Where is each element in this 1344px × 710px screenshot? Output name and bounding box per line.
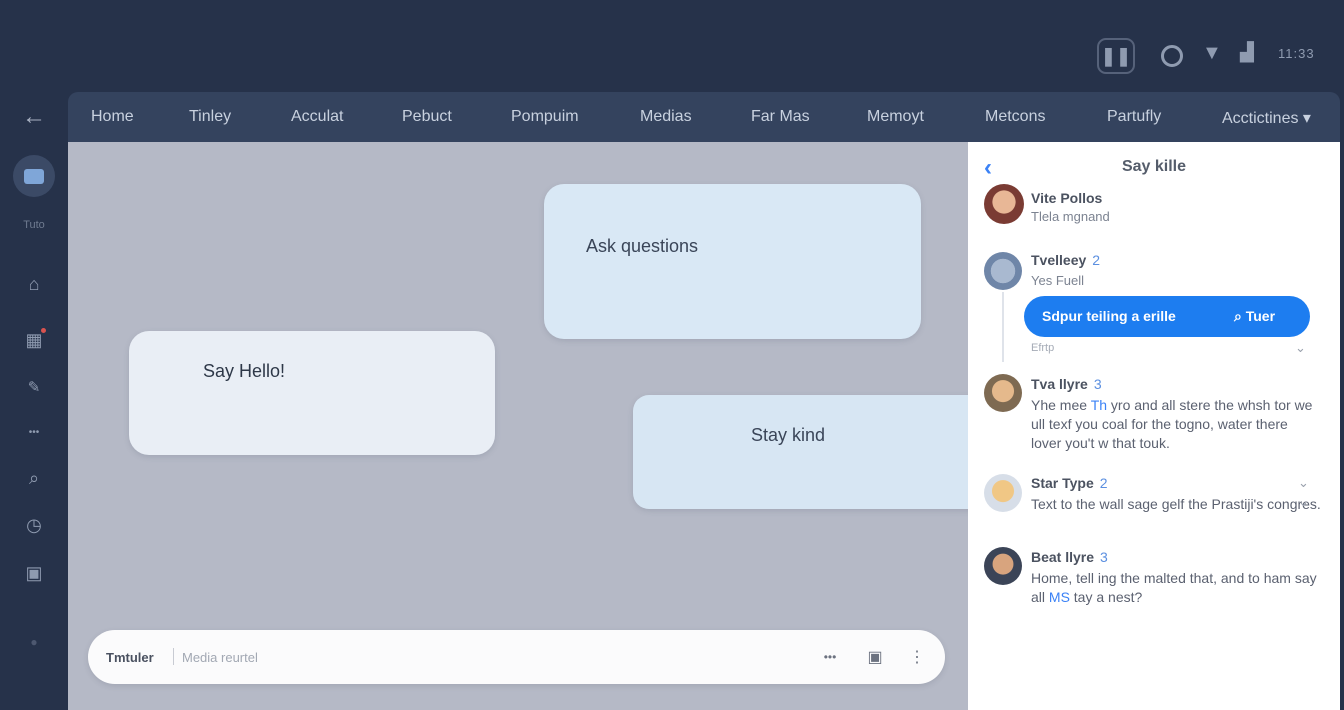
text-highlight: Th — [1090, 397, 1108, 413]
tab-tinley[interactable]: Tinley — [189, 108, 231, 126]
microphone-icon[interactable]: ⋮ — [905, 645, 929, 669]
tab-partufly[interactable]: Partufly — [1107, 108, 1161, 126]
text-part: tay a nest? — [1069, 589, 1143, 605]
profile-subtitle: Tlela mgnand — [1031, 209, 1110, 224]
edit-icon[interactable]: ✎ — [19, 372, 49, 402]
suggestion-bubble-ask[interactable]: Ask questions — [544, 184, 921, 339]
tab-acctictines-dropdown[interactable]: Acctictines ▾ — [1222, 108, 1311, 128]
more-options-icon[interactable]: ••• — [818, 645, 842, 669]
signal-icon: ▟ — [1240, 42, 1254, 62]
dot-icon: ● — [30, 635, 38, 649]
message-composer: Tmtuler ••• ▣ ⋮ — [88, 630, 945, 684]
tab-memoyt[interactable]: Memoyt — [867, 108, 924, 126]
left-rail: ← Tuto ⌂ ▦ ✎ ••• ⌕ ◷ ▣ ● — [0, 92, 68, 710]
calendar-icon[interactable]: ▦ — [19, 325, 49, 355]
thread-name: Tvelleey 2 — [1031, 252, 1100, 268]
thread-name-text: Tva llyre — [1031, 376, 1088, 392]
composer-label: Tmtuler — [106, 650, 154, 665]
thread-avatar[interactable] — [984, 474, 1022, 512]
reply-pill-button[interactable]: Sdpur teiling a erille ⌕ Tuer — [1024, 296, 1310, 337]
text-highlight: MS — [1048, 589, 1070, 605]
tab-home[interactable]: Home — [91, 108, 134, 126]
bubble-text: Stay kind — [751, 425, 826, 445]
app-window: ❚❚ ▼ ▟ 11:33 ← Tuto ⌂ ▦ ✎ ••• ⌕ ◷ ▣ ● Ho… — [0, 0, 1344, 710]
thread-meta: Efrtp — [1031, 342, 1055, 354]
wifi-icon: ▼ — [1202, 42, 1222, 64]
thread-name: Tva llyre 3 — [1031, 376, 1102, 392]
save-icon[interactable]: ▣ — [19, 558, 49, 588]
suggestion-bubble-kind[interactable]: Stay kind — [633, 395, 988, 509]
pill-action-label: Tuer — [1245, 308, 1276, 324]
more-icon[interactable]: ••• — [19, 417, 49, 447]
thread-text: Yhe mee Th yro and all stere the whsh to… — [1031, 396, 1321, 453]
chat-app-icon[interactable] — [13, 155, 55, 197]
suggestion-bubble-hello[interactable]: Say Hello! — [129, 331, 495, 455]
thread-avatar[interactable] — [984, 547, 1022, 585]
profile-avatar[interactable] — [984, 184, 1024, 224]
tab-acculat[interactable]: Acculat — [291, 108, 343, 126]
back-arrow-icon[interactable]: ← — [19, 102, 49, 132]
reply-count: 2 — [1092, 252, 1101, 268]
reply-count: 3 — [1093, 376, 1102, 392]
pill-action: ⌕ Tuer — [1234, 308, 1276, 324]
thread-avatar[interactable] — [984, 374, 1022, 412]
chevron-down-icon[interactable]: ⌄ — [1298, 494, 1309, 510]
thread-text: Yes Fuell — [1031, 273, 1084, 288]
chat-canvas: Ask questions Say Hello! Stay kind Tmtul… — [68, 142, 988, 710]
thread-avatar[interactable] — [984, 252, 1022, 290]
tab-medias[interactable]: Medias — [640, 108, 692, 126]
thread-text: Text to the wall sage gelf the Prastiji'… — [1031, 496, 1321, 512]
tab-pebuct[interactable]: Pebuct — [402, 108, 452, 126]
profile-name: Vite Pollos — [1031, 190, 1103, 206]
tab-pompuim[interactable]: Pompuim — [511, 108, 579, 126]
reply-count: 2 — [1099, 475, 1108, 491]
conversation-panel: ‹ Say kille Vite Pollos Tlela mgnand Tve… — [968, 142, 1340, 710]
chevron-down-icon[interactable]: ⌄ — [1298, 475, 1309, 491]
thread-name-text: Beat llyre — [1031, 549, 1095, 565]
clock-time: 11:33 — [1278, 46, 1315, 61]
chevron-down-icon[interactable]: ⌄ — [1295, 340, 1306, 356]
attach-media-icon[interactable]: ▣ — [863, 645, 887, 669]
search-icon[interactable]: ⌕ — [19, 463, 49, 493]
rail-label: Tuto — [23, 219, 45, 231]
record-icon[interactable] — [1161, 45, 1183, 67]
thread-name: Beat llyre 3 — [1031, 549, 1108, 565]
thread-name: Star Type 2 — [1031, 475, 1108, 491]
thread-name-text: Star Type — [1031, 475, 1094, 491]
panel-title: Say kille — [1121, 158, 1187, 175]
pill-text: Sdpur teiling a erille — [1042, 308, 1176, 324]
top-status-bar: ❚❚ ▼ ▟ 11:33 — [0, 0, 1344, 92]
top-navigation: Home Tinley Acculat Pebuct Pompuim Media… — [68, 92, 1340, 142]
notification-dot — [41, 328, 46, 333]
thread-name-text: Tvelleey — [1031, 252, 1087, 268]
home-icon[interactable]: ⌂ — [19, 269, 49, 299]
thread-text: Home, tell ing the malted that, and to h… — [1031, 569, 1321, 607]
composer-divider — [173, 648, 174, 665]
pause-icon[interactable]: ❚❚ — [1097, 38, 1135, 74]
tab-far-mas[interactable]: Far Mas — [751, 108, 810, 126]
message-input[interactable] — [182, 646, 482, 668]
clock-icon[interactable]: ◷ — [19, 510, 49, 540]
text-part: Yhe mee — [1031, 397, 1088, 413]
tab-metcons[interactable]: Metcons — [985, 108, 1045, 126]
reply-count: 3 — [1100, 549, 1108, 565]
bubble-text: Say Hello! — [203, 361, 286, 381]
bubble-text: Ask questions — [586, 236, 699, 256]
thread-connector — [1002, 292, 1004, 362]
